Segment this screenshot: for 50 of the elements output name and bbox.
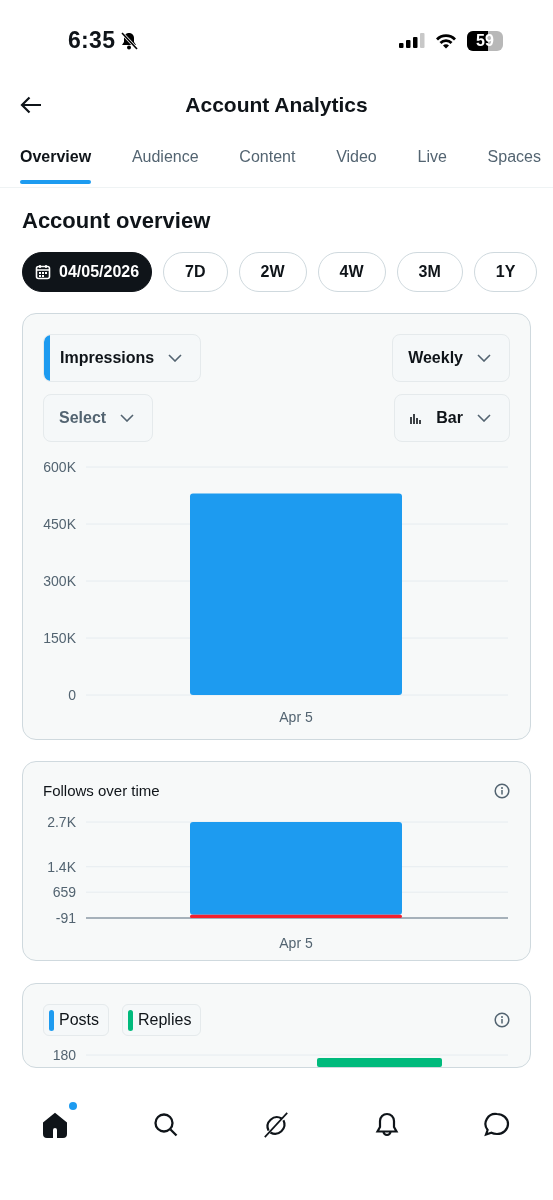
legend-toggle[interactable]: Replies [122,1004,202,1036]
muted-bell-icon [119,30,140,51]
info-icon[interactable] [494,1012,510,1028]
tick-label: 180 [52,1047,76,1063]
range-chip[interactable]: 4W [317,252,386,292]
calendar-icon [35,264,51,280]
chart-type-dropdown[interactable]: Bar [394,394,510,442]
tick-label: -91 [55,910,76,926]
tab[interactable]: Audience [131,135,199,187]
page-title: Account Analytics [185,93,368,116]
tab[interactable]: Video [336,135,377,187]
range-chip[interactable]: 3M [396,252,463,292]
chevron-down-icon [168,354,183,362]
back-arrow-icon[interactable] [20,96,42,114]
tab[interactable]: Overview [20,135,92,187]
tick-label: 659 [52,884,76,901]
speech-bubble-icon[interactable] [483,1111,511,1139]
wifi-icon [435,32,457,49]
bar-chart-icon [410,412,423,424]
chevron-down-icon [120,414,135,422]
tab[interactable]: Spaces [487,135,541,187]
interval-dropdown[interactable]: Weekly [392,334,510,382]
signal-icon [399,32,425,49]
tab[interactable]: Live [417,135,447,187]
tick-label: 600K [43,459,76,475]
clock-time: 6:35 [68,27,116,54]
tick-label: 300K [43,573,76,589]
search-icon[interactable] [151,1111,180,1139]
range-chip[interactable]: 7D [163,252,228,292]
tick-label: 150K [43,630,76,646]
range-chip[interactable]: 1Y [473,252,538,292]
range-chip[interactable]: 2W [238,252,307,292]
chevron-down-icon [477,414,491,422]
legend-toggle[interactable]: Posts [43,1004,109,1036]
slashed-circle-icon[interactable] [262,1111,290,1139]
tick-label: 450K [43,516,76,532]
card-title: Follows over time [43,782,160,799]
section-title: Account overview [22,208,211,233]
tab[interactable]: Content [239,135,296,187]
chevron-down-icon [477,354,491,362]
home-icon[interactable] [41,1111,69,1139]
compare-dropdown[interactable]: Select [43,394,154,442]
metric-dropdown[interactable]: Impressions [43,334,202,382]
tick-label: 1.4K [47,858,76,875]
tick-label: 2.7K [47,814,76,830]
tick-label: 0 [68,687,76,703]
axis-label: Apr 5 [279,709,313,725]
info-icon[interactable] [494,782,510,799]
date-chip[interactable]: 04/05/2026 [22,252,153,292]
axis-label: Apr 5 [279,935,313,951]
